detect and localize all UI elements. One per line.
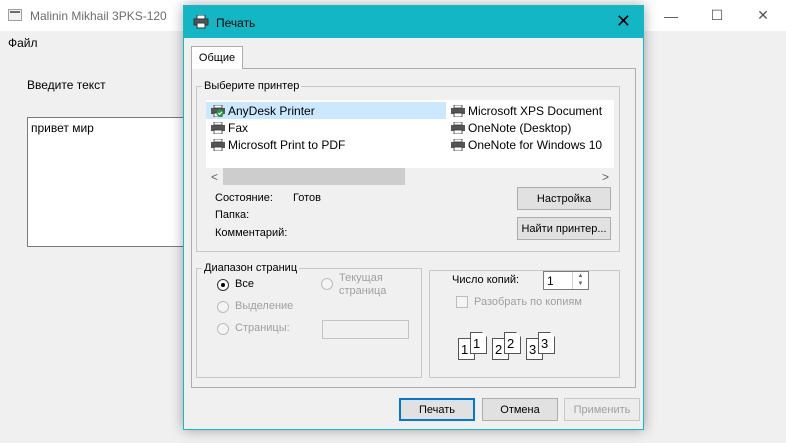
spin-buttons: ▲ ▼ (572, 272, 588, 289)
tab-general[interactable]: Общие (191, 46, 243, 69)
collate-illustration: 1 1 2 2 3 3 (458, 328, 558, 364)
printer-icon (193, 15, 209, 29)
dialog-title: Печать (216, 16, 256, 30)
range-selection-label: Выделение (235, 300, 294, 312)
printer-group-label: Выберите принтер (204, 80, 300, 92)
dialog-close-button[interactable]: ✕ (616, 12, 631, 30)
text-input[interactable]: привет мир (27, 117, 197, 247)
radio-checked-icon (217, 279, 229, 291)
dialog-titlebar: Печать ✕ (184, 6, 643, 38)
folder-label: Папка: (215, 209, 250, 221)
printer-icon (451, 104, 465, 117)
print-dialog: Печать ✕ Общие Выберите принтер AnyDesk … (183, 5, 644, 430)
maximize-button[interactable]: ☐ (694, 0, 740, 31)
printer-list-scrollbar[interactable]: < > (206, 168, 614, 185)
printer-item-label: OneNote for Windows 10 (468, 137, 603, 152)
printer-settings-button[interactable]: Настройка (517, 187, 611, 210)
app-window-icon (8, 9, 22, 21)
radio-icon (321, 278, 333, 290)
printer-item-label: OneNote (Desktop) (468, 120, 572, 135)
collate-label: Разобрать по копиям (474, 296, 582, 308)
status-label: Состояние: (215, 192, 273, 204)
cancel-button[interactable]: Отмена (482, 398, 558, 421)
page-range-label: Диапазон страниц (204, 262, 298, 274)
copies-stepper[interactable]: 1 ▲ ▼ (543, 271, 589, 290)
page-sheet-icon: 2 (504, 332, 521, 354)
range-pages-radio[interactable]: Страницы: (217, 322, 290, 335)
pages-input[interactable] (322, 320, 409, 339)
printer-list[interactable]: AnyDesk Printer Fax Microsoft Print to P… (206, 100, 614, 172)
status-value: Готов (293, 192, 321, 204)
printer-item-xps[interactable]: Microsoft XPS Document (446, 102, 602, 119)
printer-icon (451, 138, 465, 151)
printer-item-label: Microsoft XPS Document (468, 103, 603, 118)
page-sheet-icon: 1 (470, 332, 487, 354)
printer-icon (211, 121, 225, 134)
printer-item-onenote-win10[interactable]: OneNote for Windows 10 (446, 136, 602, 153)
copies-label: Число копий: (452, 274, 520, 286)
printer-item-onenote-desktop[interactable]: OneNote (Desktop) (446, 119, 571, 136)
collate-checkbox[interactable]: Разобрать по копиям (456, 296, 582, 308)
radio-icon (217, 301, 229, 313)
scrollbar-thumb[interactable] (223, 168, 405, 185)
printer-item-fax[interactable]: Fax (206, 119, 248, 136)
printer-item-label: AnyDesk Printer (228, 103, 315, 118)
scroll-left-icon[interactable]: < (206, 168, 223, 185)
printer-item-label: Fax (228, 120, 249, 135)
minimize-button[interactable]: — (648, 0, 694, 31)
range-pages-label: Страницы: (235, 322, 290, 334)
range-current-radio[interactable]: Текущая страница (321, 272, 386, 298)
range-selection-radio[interactable]: Выделение (217, 300, 293, 313)
scroll-right-icon[interactable]: > (597, 168, 614, 185)
range-all-radio[interactable]: Все (217, 278, 254, 291)
close-button[interactable]: ✕ (740, 0, 786, 31)
print-button[interactable]: Печать (399, 398, 475, 421)
range-current-label-2: страница (339, 285, 387, 297)
checkbox-icon (456, 296, 468, 308)
copies-value[interactable]: 1 (547, 274, 554, 288)
printer-item-anydesk[interactable]: AnyDesk Printer (206, 102, 446, 119)
printer-icon (451, 121, 465, 134)
printer-item-label: Microsoft Print to PDF (228, 137, 346, 152)
range-all-label: Все (235, 278, 254, 290)
printer-icon (211, 138, 225, 151)
page-sheet-icon: 3 (538, 332, 555, 354)
app-title: Malinin Mikhail 3PKS-120 (30, 9, 167, 23)
printer-item-pdf[interactable]: Microsoft Print to PDF (206, 136, 345, 153)
printer-icon (211, 104, 225, 117)
radio-icon (217, 323, 229, 335)
comment-label: Комментарий: (215, 227, 288, 239)
spin-up-icon[interactable]: ▲ (573, 272, 588, 280)
menu-file[interactable]: Файл (8, 36, 38, 50)
find-printer-button[interactable]: Найти принтер... (517, 217, 611, 240)
apply-button[interactable]: Применить (564, 398, 640, 421)
spin-down-icon[interactable]: ▼ (573, 280, 588, 288)
range-current-label: Текущая (339, 272, 383, 284)
input-label: Введите текст (27, 78, 106, 92)
